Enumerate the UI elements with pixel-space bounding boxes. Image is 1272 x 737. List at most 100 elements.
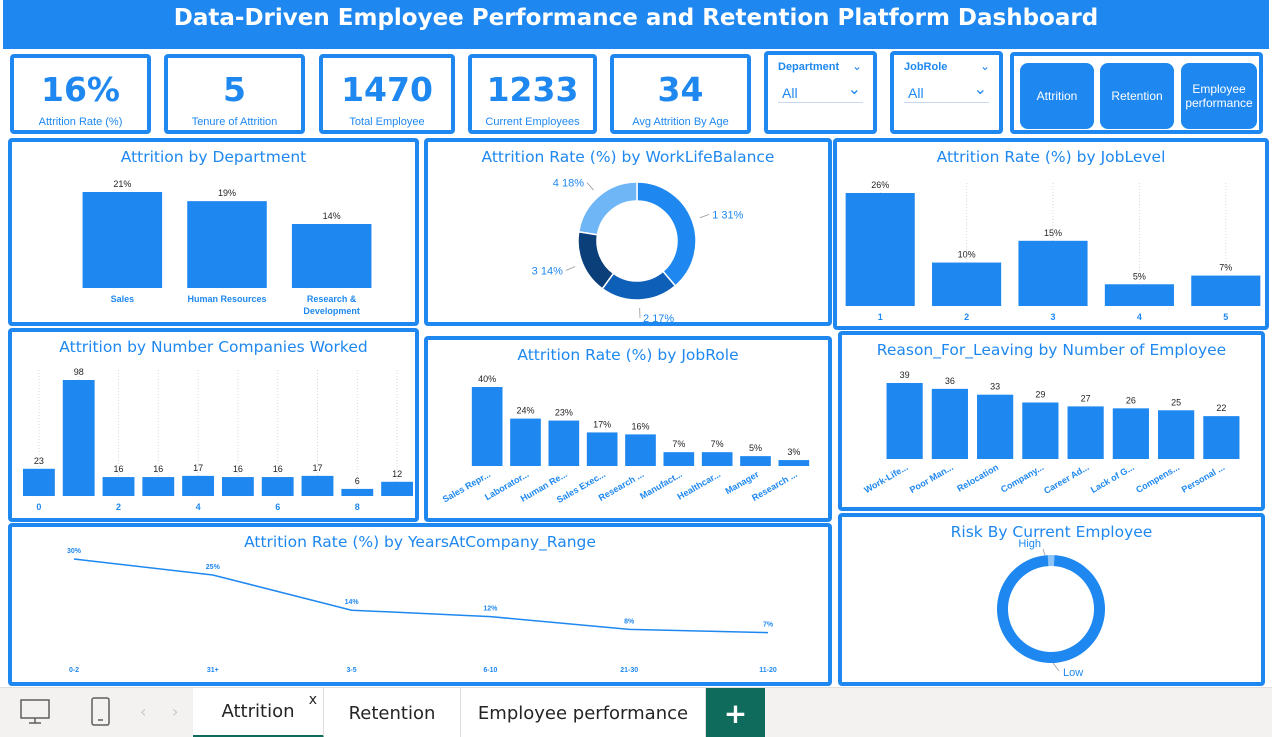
kpi-avg-attrition-by-age: 34 Avg Attrition By Age bbox=[610, 54, 751, 134]
bar bbox=[291, 224, 372, 288]
tab-employee-performance[interactable]: Employee performance bbox=[461, 688, 706, 737]
tab-label: Employee performance bbox=[477, 702, 689, 724]
donut-slice bbox=[577, 181, 638, 236]
risk-card: Risk By Current Employee High Low bbox=[838, 513, 1265, 686]
jobrole-card: Attrition Rate (%) by JobRole 40% Sales R… bbox=[424, 336, 832, 522]
tick-label: Sales Repr... bbox=[441, 469, 492, 504]
desktop-view-icon[interactable] bbox=[18, 698, 52, 726]
jobrole-bar-chart: 40%Sales Repr...24%Laborator...23%Human … bbox=[441, 374, 810, 505]
bar bbox=[845, 193, 915, 306]
donut-slice bbox=[997, 555, 1105, 663]
bar bbox=[221, 477, 254, 496]
chevron-left-icon[interactable]: ‹ bbox=[140, 702, 146, 721]
slice-label: 4 18% bbox=[553, 177, 584, 189]
attrition-by-department-card: Attrition by Department 21% Sales 19% Human… bbox=[8, 138, 419, 326]
slice-label: 3 14% bbox=[532, 265, 563, 277]
bar bbox=[1022, 402, 1059, 459]
tick-label: 2 bbox=[964, 312, 969, 322]
series-line bbox=[73, 558, 769, 634]
data-label: 16 bbox=[233, 464, 243, 474]
bar bbox=[548, 420, 580, 466]
kpi-value: 1470 bbox=[341, 70, 433, 109]
data-label: 40% bbox=[478, 374, 496, 384]
kpi-value: 16% bbox=[41, 70, 120, 109]
tick-label: 21-30 bbox=[620, 667, 638, 674]
data-label: 16 bbox=[153, 464, 163, 474]
bar bbox=[886, 383, 923, 459]
data-label: 27 bbox=[1081, 393, 1091, 403]
chevron-down-icon[interactable]: ⌄ bbox=[974, 79, 987, 98]
tick-label: 6-10 bbox=[483, 667, 497, 674]
slicer-value: All bbox=[908, 85, 924, 101]
tick-label: 4 bbox=[196, 502, 201, 512]
data-label: 7% bbox=[763, 622, 774, 629]
data-label: 25 bbox=[1171, 397, 1181, 407]
close-icon[interactable]: x bbox=[309, 692, 317, 708]
bar bbox=[625, 434, 656, 466]
bar bbox=[1018, 240, 1088, 306]
tick-label: 31+ bbox=[207, 667, 219, 674]
kpi-value: 5 bbox=[223, 70, 246, 109]
data-label: 16 bbox=[273, 464, 283, 474]
mobile-view-icon[interactable] bbox=[88, 696, 114, 728]
years-at-company-card: Attrition Rate (%) by YearsAtCompany_Ran… bbox=[8, 523, 832, 686]
bar bbox=[102, 477, 135, 496]
data-label: 36 bbox=[945, 376, 955, 386]
tab-label: Retention bbox=[348, 702, 436, 724]
data-label: 21% bbox=[113, 179, 131, 189]
kpi-tenure-of-attrition: 5 Tenure of Attrition bbox=[164, 54, 305, 134]
data-label: 15% bbox=[1044, 228, 1062, 238]
bar bbox=[1191, 275, 1261, 306]
slicer-value: All bbox=[782, 85, 798, 101]
jobrole-slicer[interactable]: JobRole ⌄ All ⌄ bbox=[890, 51, 1003, 134]
worklifebalance-card: Attrition Rate (%) by WorkLifeBalance 1 … bbox=[424, 138, 832, 326]
slicer-title: Department bbox=[778, 61, 840, 73]
data-label: 16 bbox=[113, 464, 123, 474]
companies-bar-chart: 23 0 98 16 2 16 17 4 16 16 6 17 6 8 12 bbox=[22, 367, 414, 512]
years-line-chart: 30% 0-2 25% 31+ 14% 3-5 12% 6-10 8% 21-30 7% 11-20 bbox=[67, 548, 777, 674]
chevron-down-icon[interactable]: ⌄ bbox=[852, 59, 862, 73]
department-slicer[interactable]: Department ⌄ All ⌄ bbox=[764, 51, 877, 134]
add-page-button[interactable]: + bbox=[706, 688, 765, 737]
risk-donut-chart: High Low bbox=[997, 538, 1105, 679]
bar bbox=[586, 432, 618, 466]
data-label: 3% bbox=[787, 447, 800, 457]
tick-label: 3-5 bbox=[347, 667, 357, 674]
leader-line bbox=[1042, 548, 1046, 556]
chevron-right-icon[interactable]: › bbox=[172, 702, 178, 721]
tick-label: Research & Development bbox=[303, 294, 360, 316]
tick-label: 0-2 bbox=[69, 667, 79, 674]
tick-label: 11-20 bbox=[759, 667, 777, 674]
data-label: 10% bbox=[958, 250, 976, 260]
chevron-down-icon[interactable]: ⌄ bbox=[980, 59, 990, 73]
bar bbox=[471, 387, 503, 466]
tick-label: Company... bbox=[999, 462, 1045, 495]
bar bbox=[932, 262, 1002, 306]
retention-page-button[interactable]: Retention bbox=[1100, 63, 1174, 129]
attrition-page-button[interactable]: Attrition bbox=[1020, 63, 1094, 129]
slicer-dropdown[interactable]: All ⌄ bbox=[904, 79, 989, 103]
tab-retention[interactable]: Retention bbox=[324, 688, 461, 737]
employee-performance-page-button[interactable]: Employee performance bbox=[1181, 63, 1257, 129]
bar bbox=[701, 452, 733, 466]
data-label: 23% bbox=[555, 408, 573, 418]
slice-label: Low bbox=[1063, 667, 1083, 679]
tick-label: 0 bbox=[36, 502, 41, 512]
chevron-down-icon[interactable]: ⌄ bbox=[848, 79, 861, 98]
data-label: 26% bbox=[871, 180, 889, 190]
bar bbox=[663, 452, 695, 466]
donut-slice bbox=[601, 270, 677, 301]
bar bbox=[1112, 408, 1149, 459]
tick-label: Human Resources bbox=[187, 294, 266, 304]
kpi-label: Total Employee bbox=[349, 116, 425, 128]
dashboard-title: Data-Driven Employee Performance and Ret… bbox=[3, 0, 1269, 49]
slicer-dropdown[interactable]: All ⌄ bbox=[778, 79, 863, 103]
data-label: 17 bbox=[193, 463, 203, 473]
tick-label: Work-Life... bbox=[862, 462, 909, 495]
tab-attrition[interactable]: Attrition x bbox=[193, 688, 324, 737]
donut-slice bbox=[577, 230, 615, 290]
kpi-label: Avg Attrition By Age bbox=[632, 116, 729, 128]
leader-line bbox=[1052, 662, 1060, 672]
slice-label: 2 17% bbox=[643, 313, 674, 322]
tick-label: Relocation bbox=[955, 462, 1000, 494]
